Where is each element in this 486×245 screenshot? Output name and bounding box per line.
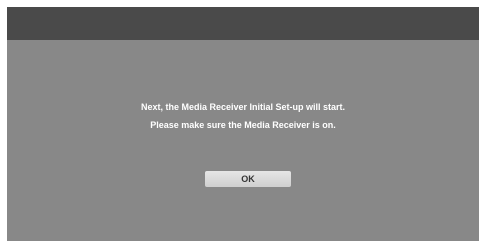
header-bar xyxy=(7,7,479,40)
setup-screen: Next, the Media Receiver Initial Set-up … xyxy=(7,7,479,241)
message-line-1: Next, the Media Receiver Initial Set-up … xyxy=(140,102,346,112)
ok-button[interactable]: OK xyxy=(205,171,291,187)
message-line-2: Please make sure the Media Receiver is o… xyxy=(150,120,336,130)
setup-message: Next, the Media Receiver Initial Set-up … xyxy=(7,98,479,134)
